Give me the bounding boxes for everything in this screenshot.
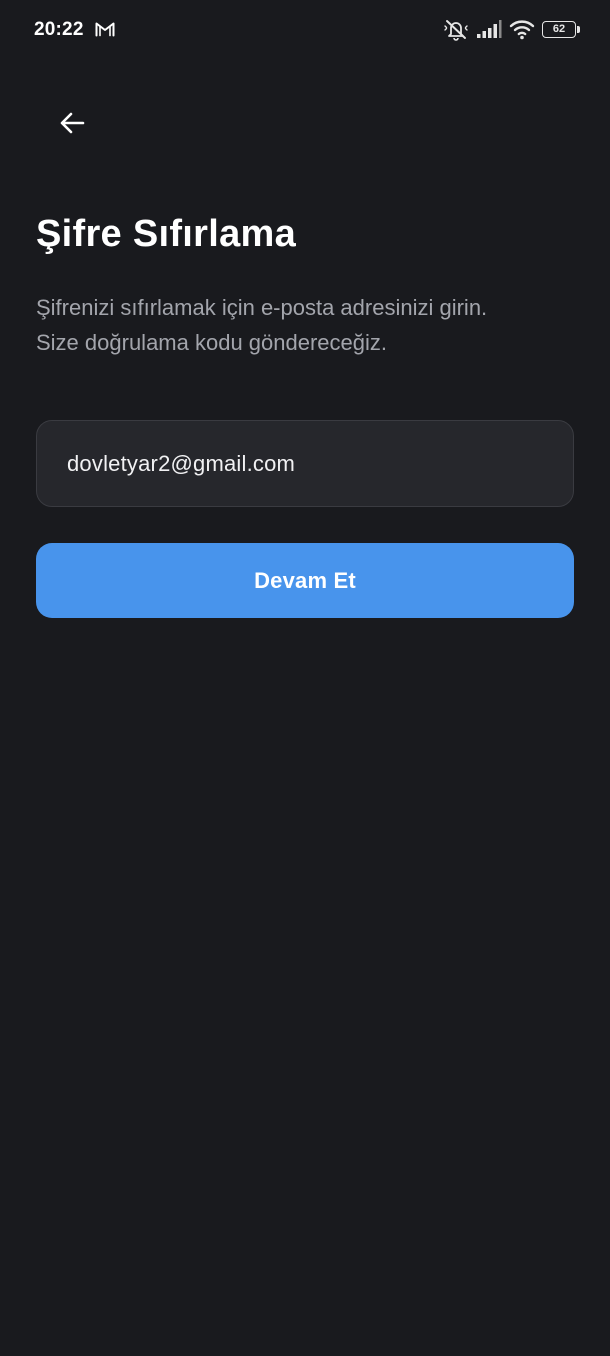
forgot-password-screen: 20:22 62 Şifre Sıfırlama Şifrenizi sıfır…	[0, 0, 610, 1356]
gmail-icon	[95, 22, 115, 37]
continue-button[interactable]: Devam Et	[36, 543, 574, 618]
battery-icon: 62	[542, 20, 580, 38]
status-icons: 62	[443, 16, 580, 42]
back-button[interactable]	[44, 95, 100, 151]
email-field[interactable]	[36, 420, 574, 507]
arrow-left-icon	[60, 112, 85, 134]
page-subtitle: Şifrenizi sıfırlamak için e-posta adresi…	[36, 290, 576, 360]
wifi-icon	[509, 20, 535, 40]
continue-button-label: Devam Et	[254, 567, 356, 593]
mute-icon	[444, 20, 468, 41]
status-time: 20:22	[34, 19, 84, 40]
battery-level: 62	[552, 22, 566, 35]
subtitle-line-1: Şifrenizi sıfırlamak için e-posta adresi…	[36, 295, 488, 320]
subtitle-line-2: Size doğrulama kodu göndereceğiz.	[36, 330, 388, 355]
page-title: Şifre Sıfırlama	[36, 213, 297, 255]
status-bar: 20:22 62	[0, 0, 610, 60]
email-input[interactable]	[67, 450, 543, 477]
signal-icon	[477, 20, 502, 38]
